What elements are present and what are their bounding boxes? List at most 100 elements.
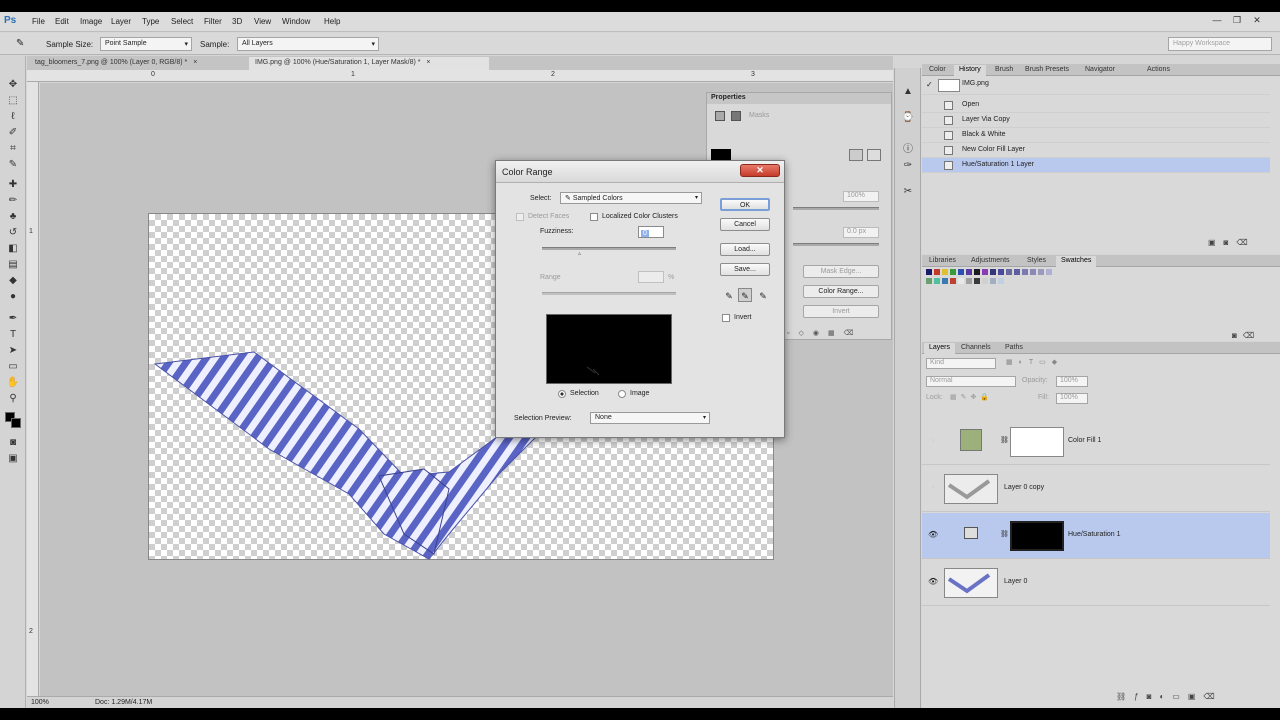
- quick-select-tool-icon[interactable]: ✐: [6, 126, 20, 140]
- color-swatch[interactable]: [982, 278, 988, 284]
- screen-mode-icon[interactable]: ▣: [6, 452, 20, 466]
- background-color-swatch[interactable]: [11, 418, 21, 428]
- quick-mask-icon[interactable]: ◙: [6, 436, 20, 450]
- history-item[interactable]: Layer Via Copy: [922, 113, 1270, 128]
- info-icon[interactable]: ⓘ: [901, 140, 915, 155]
- clone-stamp-icon[interactable]: ♣: [6, 210, 20, 224]
- density-slider[interactable]: [793, 207, 879, 210]
- layer-kind-filter[interactable]: Kind: [926, 358, 996, 369]
- cancel-button[interactable]: Cancel: [720, 218, 770, 231]
- layer-mask-thumbnail[interactable]: [1010, 427, 1064, 457]
- tab-color[interactable]: Color: [924, 65, 951, 76]
- range-slider[interactable]: [542, 292, 676, 295]
- zoom-tool-icon[interactable]: ⚲: [6, 392, 20, 406]
- crop-tool-icon[interactable]: ⌗: [6, 142, 20, 156]
- eyedropper-tool-icon[interactable]: ✎: [16, 38, 24, 49]
- feather-field[interactable]: 0.0 px: [843, 227, 879, 238]
- color-swatch[interactable]: [990, 269, 996, 275]
- fuzziness-slider[interactable]: [542, 247, 676, 250]
- color-swatch[interactable]: [926, 269, 932, 275]
- eyedropper-plus-icon[interactable]: ✎: [738, 288, 752, 302]
- layer-filter-icons[interactable]: ▦◐T▭◆: [1006, 358, 1063, 366]
- sample-size-select[interactable]: Point Sample ▾: [100, 37, 192, 51]
- menu-file[interactable]: File: [32, 17, 45, 26]
- color-swatch[interactable]: [942, 269, 948, 275]
- eyedropper-icon[interactable]: ✎: [722, 288, 736, 302]
- sample-select[interactable]: All Layers ▾: [237, 37, 379, 51]
- color-swatch[interactable]: [1022, 269, 1028, 275]
- color-swatch[interactable]: [1046, 269, 1052, 275]
- color-swatch[interactable]: [1038, 269, 1044, 275]
- color-swatch[interactable]: [998, 269, 1004, 275]
- color-swatch[interactable]: [934, 269, 940, 275]
- history-item[interactable]: New Color Fill Layer: [922, 143, 1270, 158]
- layer-name[interactable]: Layer 0 copy: [1004, 484, 1044, 491]
- menu-filter[interactable]: Filter: [204, 17, 222, 26]
- history-snapshot[interactable]: ✓ IMG.png: [922, 77, 1270, 95]
- color-swatch[interactable]: [982, 269, 988, 275]
- history-brush-icon[interactable]: ↺: [6, 226, 20, 240]
- menu-help[interactable]: Help: [324, 17, 340, 26]
- path-select-icon[interactable]: ➤: [6, 344, 20, 358]
- image-radio[interactable]: [618, 390, 626, 398]
- layers-footer-icons[interactable]: ⛓ƒ◙◐▭▣⌫: [1116, 692, 1223, 701]
- color-fill-thumbnail[interactable]: [960, 429, 982, 451]
- history-footer-icons[interactable]: ▣◙⌫: [1208, 238, 1256, 247]
- ok-button[interactable]: OK: [720, 198, 770, 211]
- visibility-toggle-icon[interactable]: ▫: [928, 483, 938, 492]
- tab-swatches[interactable]: Swatches: [1056, 256, 1097, 267]
- healing-brush-icon[interactable]: ✚: [6, 178, 20, 192]
- slider-thumb-icon[interactable]: ▵: [578, 250, 584, 257]
- load-button[interactable]: Load...: [720, 243, 770, 256]
- history-item[interactable]: Black & White: [922, 128, 1270, 143]
- menu-window[interactable]: Window: [282, 17, 310, 26]
- layer-name[interactable]: Color Fill 1: [1068, 437, 1101, 444]
- color-swatch[interactable]: [942, 278, 948, 284]
- minimize-button[interactable]: —: [1210, 15, 1224, 27]
- color-swatch[interactable]: [958, 278, 964, 284]
- tools-icon[interactable]: ✂: [901, 186, 915, 198]
- color-swatch[interactable]: [958, 269, 964, 275]
- color-swatch[interactable]: [966, 278, 972, 284]
- close-tab-icon[interactable]: ×: [193, 59, 197, 66]
- menu-view[interactable]: View: [254, 17, 271, 26]
- lock-icons[interactable]: ▦✎✥🔒: [950, 393, 993, 401]
- color-swatch[interactable]: [974, 269, 980, 275]
- history-icon[interactable]: ⌚: [901, 112, 915, 124]
- color-swatch[interactable]: [950, 278, 956, 284]
- color-icon[interactable]: ▲: [901, 86, 915, 98]
- swatch-grid[interactable]: [926, 269, 1086, 289]
- rectangle-tool-icon[interactable]: ▭: [6, 360, 20, 374]
- hand-tool-icon[interactable]: ✋: [6, 376, 20, 390]
- vector-mask-icon[interactable]: [731, 111, 741, 121]
- tab-tag-bloomers[interactable]: tag_bloomers_7.png @ 100% (Layer 0, RGB/…: [29, 57, 247, 70]
- layer-thumbnail[interactable]: [944, 474, 998, 504]
- eyedropper-icon[interactable]: ✎: [6, 158, 20, 172]
- opacity-field[interactable]: 100%: [1056, 376, 1088, 387]
- color-swatch[interactable]: [998, 278, 1004, 284]
- pen-tool-icon[interactable]: ✒: [6, 312, 20, 326]
- type-tool-icon[interactable]: T: [6, 328, 20, 342]
- close-app-button[interactable]: ✕: [1250, 15, 1264, 27]
- tab-brush[interactable]: Brush: [990, 65, 1018, 76]
- tab-styles[interactable]: Styles: [1022, 256, 1051, 267]
- layer-row[interactable]: ▫ ⛓ Color Fill 1: [922, 419, 1270, 465]
- properties-footer-icons[interactable]: ▫◇◉▦⌫: [787, 329, 891, 339]
- menu-layer[interactable]: Layer: [111, 17, 131, 26]
- tab-adjustments[interactable]: Adjustments: [966, 256, 1015, 267]
- menu-image[interactable]: Image: [80, 17, 102, 26]
- visibility-toggle-icon[interactable]: ▫: [928, 436, 938, 445]
- menu-type[interactable]: Type: [142, 17, 159, 26]
- blend-mode-select[interactable]: Normal: [926, 376, 1016, 387]
- dialog-close-button[interactable]: ✕: [740, 164, 780, 177]
- layer-row[interactable]: ▫ Layer 0 copy: [922, 466, 1270, 512]
- lasso-tool-icon[interactable]: ℓ: [6, 110, 20, 124]
- tab-paths[interactable]: Paths: [1000, 343, 1028, 354]
- color-range-button[interactable]: Color Range...: [803, 285, 879, 298]
- color-swatch[interactable]: [974, 278, 980, 284]
- save-button[interactable]: Save...: [720, 263, 770, 276]
- tab-libraries[interactable]: Libraries: [924, 256, 961, 267]
- tab-channels[interactable]: Channels: [956, 343, 996, 354]
- eye-icon[interactable]: 👁: [928, 577, 938, 586]
- gradient-tool-icon[interactable]: ▤: [6, 258, 20, 272]
